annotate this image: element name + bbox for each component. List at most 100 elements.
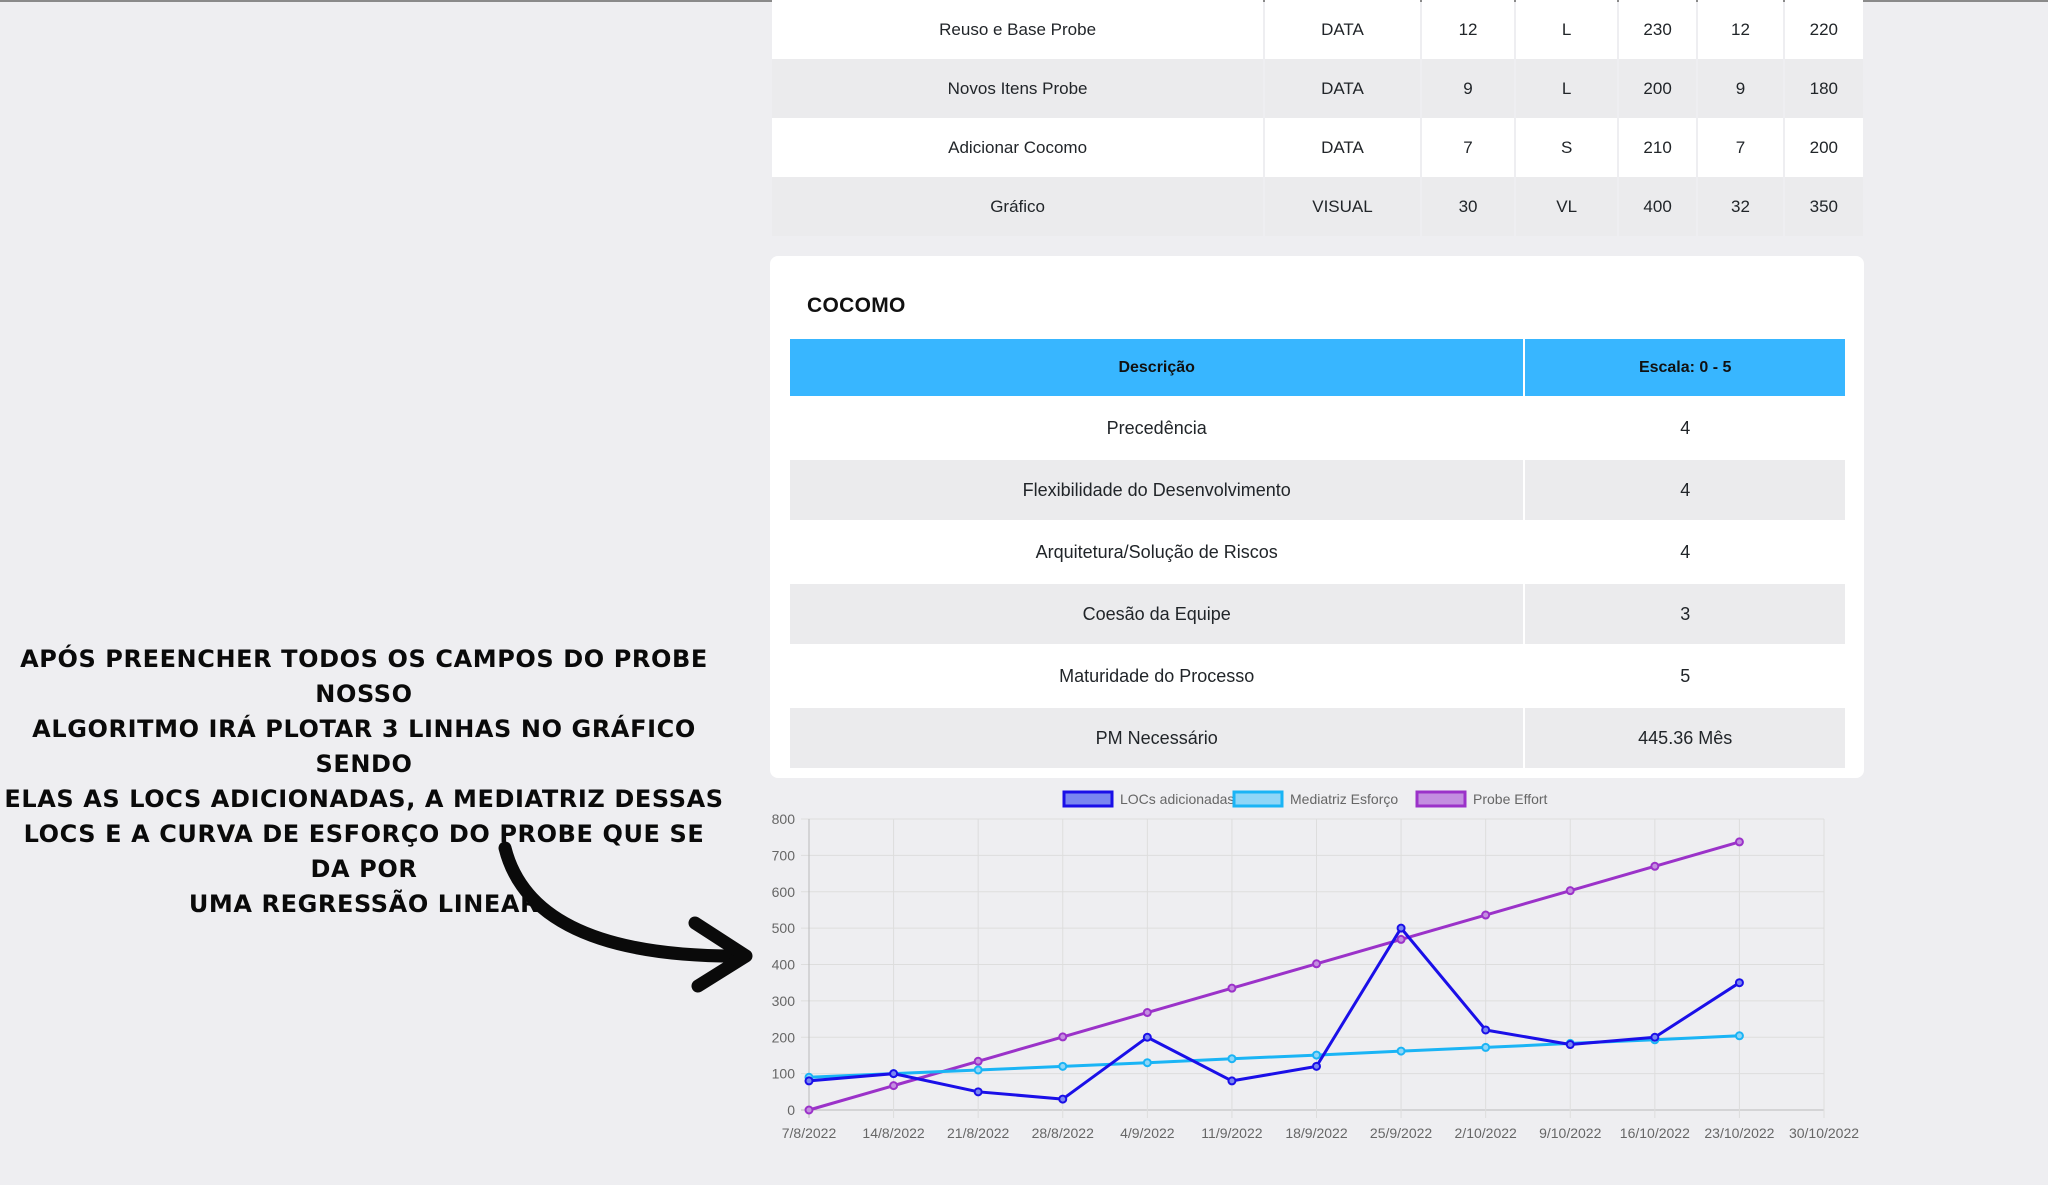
header-descricao: Descrição — [790, 339, 1524, 396]
cocomo-row-label: Arquitetura/Solução de Riscos — [790, 522, 1524, 582]
y-tick-label: 600 — [772, 884, 796, 900]
cocomo-card: COCOMO Descrição Escala: 0 - 5 Precedênc… — [770, 256, 1864, 778]
data-point — [1396, 1046, 1406, 1056]
data-point — [1565, 1040, 1575, 1050]
y-tick-label: 100 — [772, 1066, 796, 1082]
annotation-line: algoritmo irá plotar 3 linhas no gráfico… — [32, 715, 696, 778]
probe-item-a-cell: 7 — [1421, 118, 1515, 177]
y-tick-label: 400 — [772, 957, 796, 973]
legend-label: Mediatriz Esforço — [1290, 791, 1398, 807]
data-point — [1227, 983, 1237, 993]
data-point — [1481, 910, 1491, 920]
x-tick-label: 11/9/2022 — [1201, 1125, 1262, 1141]
legend-item[interactable]: LOCs adicionadas — [1062, 790, 1234, 808]
data-point — [1734, 1031, 1744, 1041]
probe-item-row: Gráfico VISUAL 30 VL 400 32 350 — [772, 177, 1863, 236]
probe-item-name-cell: Adicionar Cocomo — [772, 118, 1264, 177]
curved-arrow-right-icon — [498, 841, 753, 993]
probe-item-a-cell: 9 — [1421, 59, 1515, 118]
legend-item[interactable]: Probe Effort — [1415, 790, 1548, 808]
probe-item-d-cell: 200 — [1784, 118, 1863, 177]
probe-items-table: Reuso e Base Probe DATA 12 L 230 12 220 Novos I… — [770, 0, 1865, 236]
probe-item-type-cell: VISUAL — [1265, 177, 1420, 236]
annotation-line: Após preencher todos os campos do probe … — [20, 645, 708, 708]
data-point — [973, 1065, 983, 1075]
y-tick-label: 800 — [772, 811, 796, 827]
probe-item-c-cell: 12 — [1698, 0, 1783, 59]
cocomo-table: Descrição Escala: 0 - 5 Precedência 4 Flex… — [788, 339, 1847, 768]
probe-item-b-cell: 230 — [1618, 0, 1697, 59]
probe-item-row: Adicionar Cocomo DATA 7 S 210 7 200 — [772, 118, 1863, 177]
probe-item-c-cell: 32 — [1698, 177, 1783, 236]
x-tick-label: 28/8/2022 — [1032, 1125, 1094, 1141]
cocomo-row: PM Necessário 445.36 Mês — [790, 708, 1845, 768]
y-tick-label: 500 — [772, 920, 796, 936]
probe-item-size-cell: L — [1516, 59, 1617, 118]
y-tick-label: 700 — [772, 847, 796, 863]
probe-item-b-cell: 400 — [1618, 177, 1697, 236]
data-point — [1396, 923, 1406, 933]
probe-item-name-cell: Gráfico — [772, 177, 1264, 236]
probe-item-size-cell: VL — [1516, 177, 1617, 236]
chart-series — [804, 837, 1744, 1115]
cocomo-row-label: Precedência — [790, 398, 1524, 458]
series-0 — [804, 923, 1744, 1104]
data-point — [889, 1069, 899, 1079]
cocomo-row-value: 5 — [1525, 646, 1845, 706]
data-point — [973, 1056, 983, 1066]
data-point — [1142, 1058, 1152, 1068]
effort-line-chart: LOCs adicionadas Mediatriz Esforço Probe E… — [772, 790, 1859, 1141]
data-point — [1142, 1008, 1152, 1018]
x-tick-label: 30/10/2022 — [1789, 1125, 1859, 1141]
data-point — [804, 1105, 814, 1115]
x-tick-label: 7/8/2022 — [782, 1125, 837, 1141]
data-point — [1142, 1032, 1152, 1042]
probe-item-b-cell: 210 — [1618, 118, 1697, 177]
cocomo-row-label: Maturidade do Processo — [790, 646, 1524, 706]
data-point — [1227, 1054, 1237, 1064]
legend-swatch — [1415, 790, 1467, 808]
annotation-line: elas as LOCs adicionadas, a mediatriz de… — [4, 785, 724, 813]
cocomo-row-value: 4 — [1525, 522, 1845, 582]
x-tick-label: 18/9/2022 — [1285, 1125, 1347, 1141]
data-point — [1058, 1061, 1068, 1071]
cocomo-row-label: Coesão da Equipe — [790, 584, 1524, 644]
x-tick-label: 16/10/2022 — [1620, 1125, 1690, 1141]
data-point — [1312, 1061, 1321, 1071]
cocomo-header-row: Descrição Escala: 0 - 5 — [790, 339, 1845, 396]
data-point — [973, 1087, 983, 1097]
x-tick-label: 23/10/2022 — [1704, 1125, 1774, 1141]
y-tick-label: 200 — [772, 1029, 796, 1045]
probe-item-name-cell: Novos Itens Probe — [772, 59, 1264, 118]
chart-legend: LOCs adicionadas Mediatriz Esforço Probe E… — [1062, 790, 1548, 808]
data-point — [1058, 1094, 1068, 1104]
cocomo-row-value: 4 — [1525, 398, 1845, 458]
cocomo-row-value: 445.36 Mês — [1525, 708, 1845, 768]
probe-item-d-cell: 180 — [1784, 59, 1863, 118]
x-tick-label: 4/9/2022 — [1120, 1125, 1175, 1141]
probe-item-a-cell: 12 — [1421, 0, 1515, 59]
probe-item-row: Reuso e Base Probe DATA 12 L 230 12 220 — [772, 0, 1863, 59]
data-point — [1650, 1032, 1660, 1042]
data-point — [1058, 1032, 1068, 1042]
probe-item-size-cell: S — [1516, 118, 1617, 177]
data-point — [1481, 1042, 1491, 1052]
data-point — [1481, 1025, 1491, 1035]
probe-item-d-cell: 350 — [1784, 177, 1863, 236]
probe-item-size-cell: L — [1516, 0, 1617, 59]
header-escala: Escala: 0 - 5 — [1525, 339, 1845, 396]
chart-grid — [801, 818, 1825, 1118]
y-tick-label: 0 — [787, 1102, 795, 1118]
legend-label: LOCs adicionadas — [1120, 791, 1234, 807]
probe-item-name-cell: Reuso e Base Probe — [772, 0, 1264, 59]
x-tick-label: 25/9/2022 — [1370, 1125, 1432, 1141]
cocomo-row-label: Flexibilidade do Desenvolvimento — [790, 460, 1524, 520]
data-point — [1312, 1050, 1321, 1060]
cocomo-row: Arquitetura/Solução de Riscos 4 — [790, 522, 1845, 582]
x-tick-label: 2/10/2022 — [1455, 1125, 1517, 1141]
probe-item-type-cell: DATA — [1265, 118, 1420, 177]
data-point — [1312, 959, 1321, 969]
y-tick-label: 300 — [772, 993, 796, 1009]
probe-item-c-cell: 9 — [1698, 59, 1783, 118]
legend-item[interactable]: Mediatriz Esforço — [1232, 790, 1398, 808]
